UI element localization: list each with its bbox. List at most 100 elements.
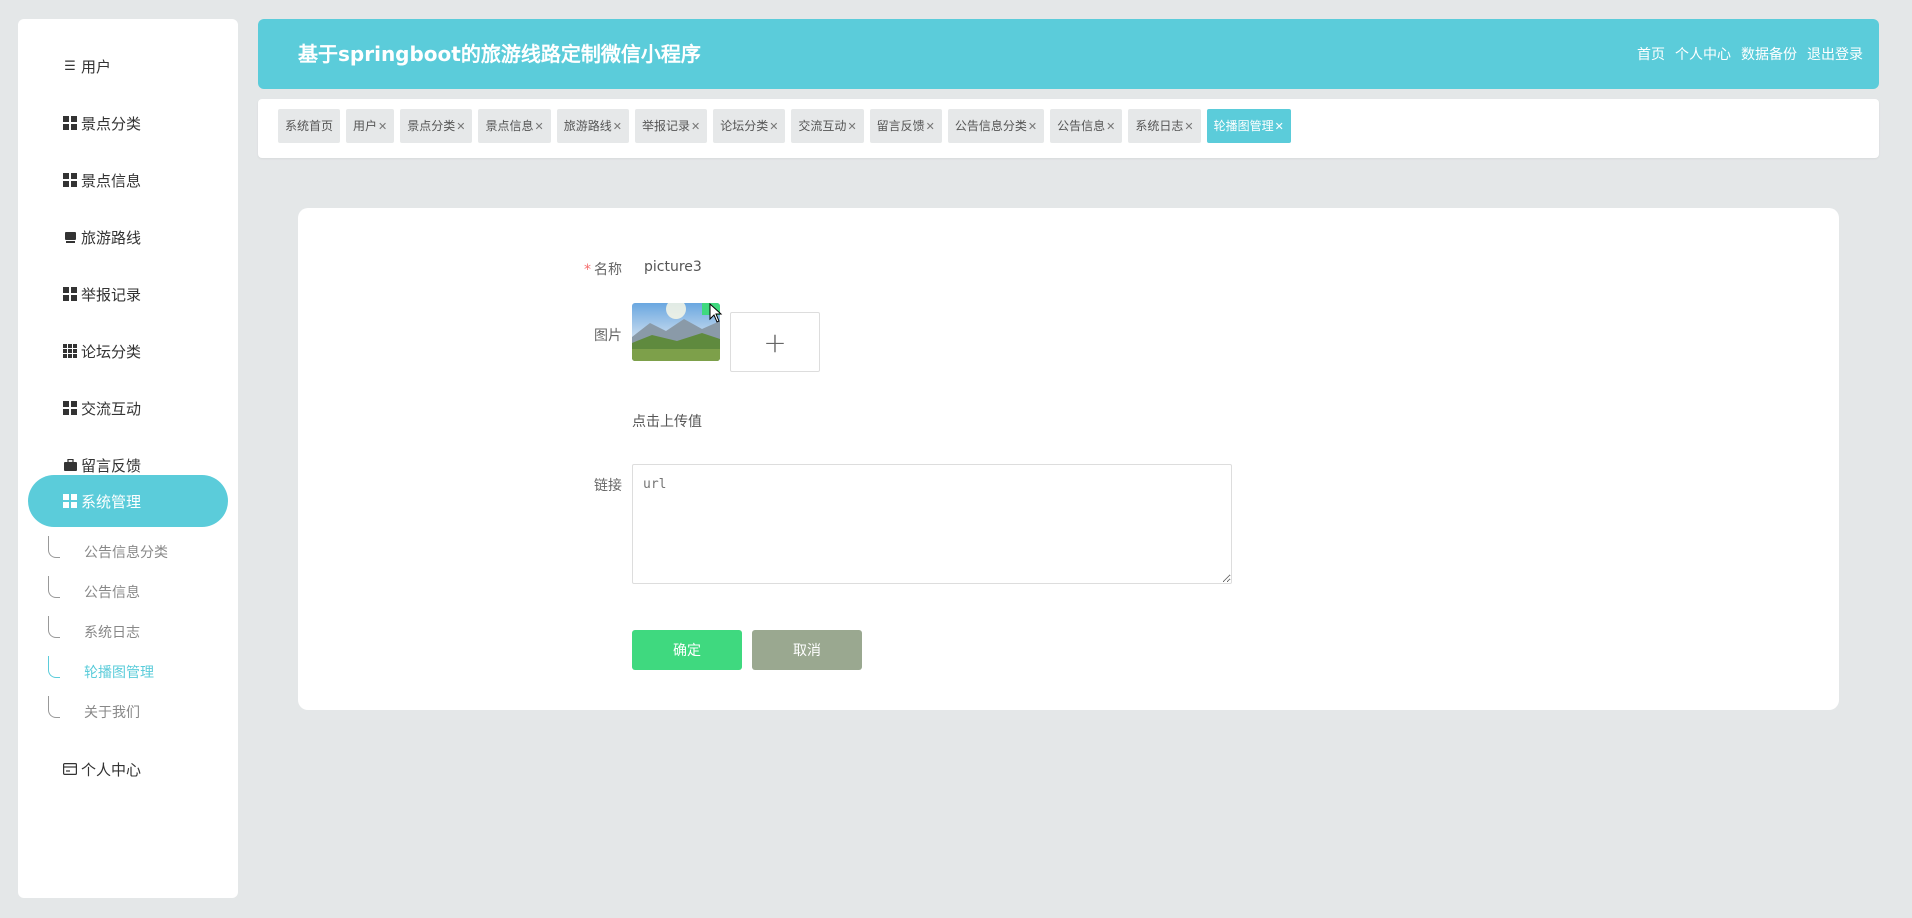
cancel-button[interactable]: 取消: [752, 630, 862, 670]
card-icon: [62, 761, 78, 777]
tab-label: 论坛分类: [720, 119, 769, 133]
header-link-personal-center[interactable]: 个人中心: [1675, 44, 1731, 64]
tab-label: 交流互动: [798, 119, 847, 133]
sidebar-item-system-management[interactable]: 系统管理: [28, 475, 228, 527]
close-icon[interactable]: ✕: [613, 120, 622, 133]
sidebar-subitem-label: 关于我们: [84, 705, 140, 721]
close-icon[interactable]: ✕: [1184, 120, 1193, 133]
sidebar-subitem-label: 轮播图管理: [84, 665, 154, 681]
sidebar-item-label: 景点信息: [81, 171, 142, 190]
sidebar-subitem-label: 公告信息分类: [84, 545, 168, 561]
tab-label: 系统首页: [285, 119, 334, 133]
tab-label: 留言反馈: [876, 119, 925, 133]
tree-line: [48, 696, 60, 718]
name-label: * 名称: [542, 259, 622, 279]
sidebar-item-label: 交流互动: [81, 399, 142, 418]
tab-label: 公告信息分类: [954, 119, 1027, 133]
sidebar-subitem-label: 系统日志: [84, 625, 140, 641]
sidebar-item-forum-category[interactable]: 论坛分类: [18, 331, 238, 371]
close-icon[interactable]: ✕: [378, 120, 387, 133]
sidebar-item-label: 论坛分类: [81, 342, 142, 361]
tab-feedback[interactable]: 留言反馈✕: [869, 109, 942, 143]
tab-system-home[interactable]: 系统首页: [278, 109, 341, 143]
tab-label: 举报记录: [641, 119, 690, 133]
tab-label: 用户: [353, 119, 378, 133]
tree-line: [48, 616, 60, 638]
close-icon[interactable]: ✕: [456, 120, 465, 133]
tree-line: [48, 576, 60, 598]
sidebar-item-personal-center[interactable]: 个人中心: [18, 749, 238, 789]
mouse-cursor-icon: [709, 303, 723, 323]
app-title: 基于springboot的旅游线路定制微信小程序: [298, 42, 701, 66]
sidebar-subitem-about-us[interactable]: 关于我们: [48, 696, 140, 727]
tab-label: 景点分类: [407, 119, 456, 133]
tab-carousel-management[interactable]: 轮播图管理✕: [1206, 109, 1291, 143]
grid-icon: [62, 400, 78, 416]
link-label: 链接: [594, 478, 622, 494]
tab-interaction[interactable]: 交流互动✕: [791, 109, 864, 143]
header-link-logout[interactable]: 退出登录: [1807, 44, 1863, 64]
name-label-text: 名称: [594, 262, 622, 278]
close-icon[interactable]: ✕: [926, 120, 935, 133]
briefcase-icon: [62, 457, 78, 473]
sidebar-subitem-label: 公告信息: [84, 585, 140, 601]
sidebar-subitem-system-log[interactable]: 系统日志: [48, 616, 140, 647]
tab-system-log[interactable]: 系统日志✕: [1128, 109, 1201, 143]
sidebar-subitem-notice-info[interactable]: 公告信息: [48, 576, 140, 607]
close-icon[interactable]: ✕: [535, 120, 544, 133]
close-icon[interactable]: ✕: [847, 120, 856, 133]
name-value: picture3: [644, 259, 702, 275]
list-icon: ☰: [64, 58, 76, 74]
header-link-data-backup[interactable]: 数据备份: [1741, 44, 1797, 64]
tab-travel-route[interactable]: 旅游路线✕: [556, 109, 629, 143]
sidebar-item-label: 留言反馈: [81, 456, 142, 475]
upload-button[interactable]: +: [730, 312, 820, 372]
close-icon[interactable]: ✕: [691, 120, 700, 133]
confirm-button[interactable]: 确定: [632, 630, 742, 670]
sidebar-item-travel-route[interactable]: 旅游路线: [18, 217, 238, 257]
tab-notice-info[interactable]: 公告信息✕: [1050, 109, 1123, 143]
tab-scenic-info[interactable]: 景点信息✕: [478, 109, 551, 143]
sidebar-item-label: 旅游路线: [81, 228, 142, 247]
sidebar-item-report-records[interactable]: 举报记录: [18, 274, 238, 314]
tree-line: [48, 536, 60, 558]
grid-icon: [62, 286, 78, 302]
sidebar-item-label: 系统管理: [81, 492, 142, 511]
grid9-icon: [62, 343, 78, 359]
grid-icon: [62, 115, 78, 131]
tab-users[interactable]: 用户✕: [346, 109, 395, 143]
form-card: *名称 picture3 图片 + 点击上传值 链接 确定 取消: [298, 208, 1839, 710]
close-icon[interactable]: ✕: [769, 120, 778, 133]
sidebar: ☰ 用户 景点分类 景点信息 旅游路线 举报记录 论坛分类 交流互动 留言反馈 …: [18, 19, 238, 898]
grid-icon: [62, 172, 78, 188]
store-icon: [62, 229, 78, 245]
tab-label: 景点信息: [485, 119, 534, 133]
required-mark: *: [584, 262, 591, 278]
image-label: 图片: [594, 328, 622, 344]
tab-label: 公告信息: [1057, 119, 1106, 133]
close-icon[interactable]: ✕: [1028, 120, 1037, 133]
sidebar-subitem-carousel-management[interactable]: 轮播图管理: [48, 656, 154, 687]
tab-scenic-category[interactable]: 景点分类✕: [400, 109, 473, 143]
tree-line: [48, 656, 60, 678]
sidebar-item-scenic-category[interactable]: 景点分类: [18, 103, 238, 143]
tab-forum-category[interactable]: 论坛分类✕: [713, 109, 786, 143]
sidebar-item-scenic-info[interactable]: 景点信息: [18, 160, 238, 200]
header-link-home[interactable]: 首页: [1637, 44, 1665, 64]
sidebar-subitem-notice-category[interactable]: 公告信息分类: [48, 536, 168, 567]
tabs-list: 系统首页 用户✕ 景点分类✕ 景点信息✕ 旅游路线✕ 举报记录✕ 论坛分类✕ 交…: [278, 109, 1291, 143]
tab-label: 旅游路线: [563, 119, 612, 133]
tabs-bar: 系统首页 用户✕ 景点分类✕ 景点信息✕ 旅游路线✕ 举报记录✕ 论坛分类✕ 交…: [258, 99, 1879, 158]
tab-label: 系统日志: [1135, 119, 1184, 133]
tab-notice-category[interactable]: 公告信息分类✕: [947, 109, 1045, 143]
grid-icon: [62, 493, 78, 509]
header-links: 首页 个人中心 数据备份 退出登录: [1637, 19, 1863, 89]
sidebar-item-users[interactable]: ☰ 用户: [18, 46, 238, 86]
close-icon[interactable]: ✕: [1106, 120, 1115, 133]
sidebar-item-interaction[interactable]: 交流互动: [18, 388, 238, 428]
tab-report-records[interactable]: 举报记录✕: [634, 109, 708, 143]
sidebar-item-label: 个人中心: [81, 760, 142, 779]
close-icon[interactable]: ✕: [1275, 120, 1284, 133]
uploaded-image-thumbnail[interactable]: [632, 303, 720, 361]
link-url-input[interactable]: [632, 464, 1232, 584]
